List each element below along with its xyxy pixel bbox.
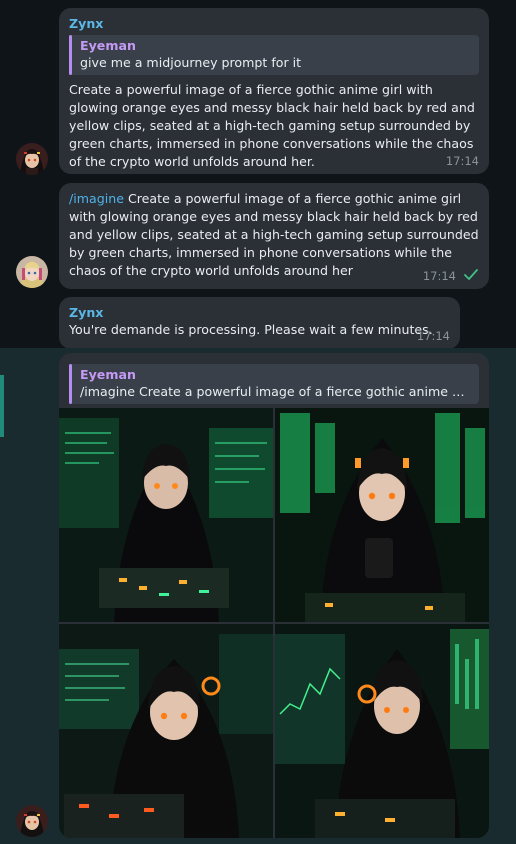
avatar-zynx[interactable] <box>16 805 48 837</box>
highlight-marker <box>0 375 4 437</box>
reply-text: give me a midjourney prompt for it <box>80 55 302 70</box>
avatar-zynx[interactable] <box>16 143 48 175</box>
sender-name[interactable]: Zynx <box>69 304 450 321</box>
reply-text: /imagine Create a powerful image of a fi… <box>80 384 471 399</box>
reply-preview[interactable]: Eyeman /imagine Create a powerful image … <box>69 364 479 404</box>
message-text: You're demande is processing. Please wai… <box>69 322 433 337</box>
message-text: Create a powerful image of a fierce goth… <box>69 82 475 169</box>
message-time: 17:14 <box>445 154 479 168</box>
reply-preview[interactable]: Eyeman give me a midjourney prompt for i… <box>69 35 479 75</box>
avatar-eyeman[interactable] <box>16 256 48 288</box>
message-text: /imagine Create a powerful image of a fi… <box>69 190 479 280</box>
message-time: 17:14 <box>422 269 456 283</box>
message-time: 17:14 <box>416 329 450 343</box>
generated-image-4[interactable] <box>275 624 489 838</box>
imagine-command[interactable]: /imagine <box>69 191 124 206</box>
read-check-icon <box>464 269 478 280</box>
command-prompt: Create a powerful image of a fierce goth… <box>69 191 479 278</box>
generated-image-grid[interactable] <box>59 408 489 838</box>
sender-name[interactable]: Zynx <box>69 15 479 32</box>
message-bubble[interactable]: Zynx You're demande is processing. Pleas… <box>59 297 460 349</box>
generated-image-3[interactable] <box>59 624 273 838</box>
generated-image-1[interactable] <box>59 408 273 622</box>
reply-sender: Eyeman <box>80 367 136 382</box>
reply-sender: Eyeman <box>80 38 136 53</box>
chat-area: Zynx Eyeman give me a midjourney prompt … <box>0 0 516 844</box>
message-bubble-outgoing[interactable]: /imagine Create a powerful image of a fi… <box>59 183 489 289</box>
message-bubble[interactable]: Zynx Eyeman give me a midjourney prompt … <box>59 8 489 174</box>
generated-image-2[interactable] <box>275 408 489 622</box>
